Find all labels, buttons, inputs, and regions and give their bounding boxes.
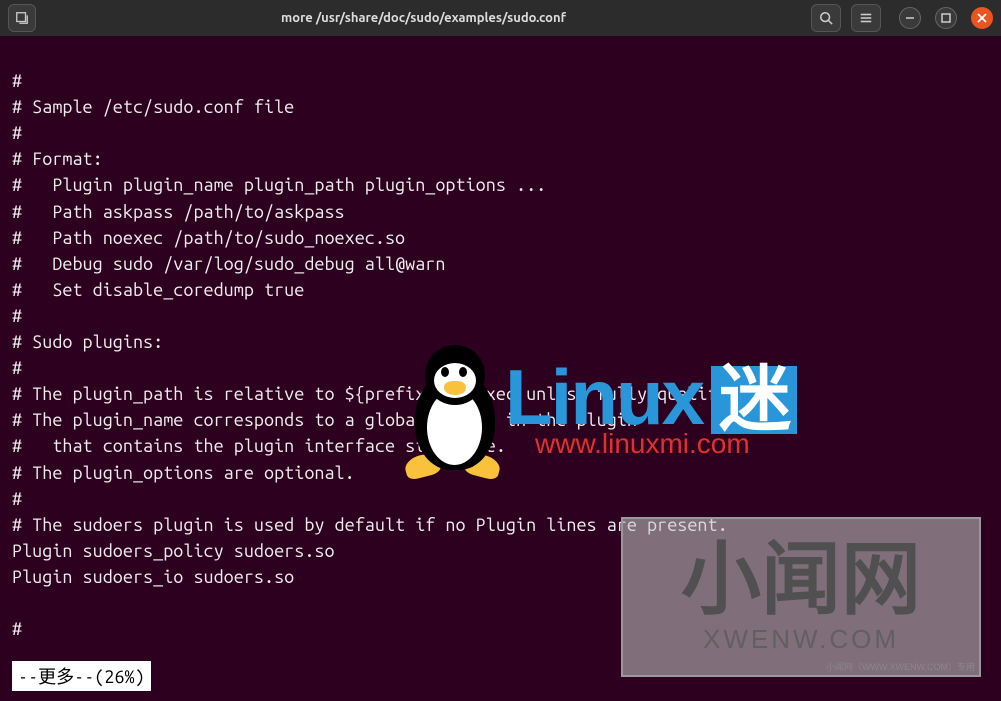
terminal-line: # [12,306,22,326]
watermark-box-small: 小闻网（WWW.XWENW.COM）专用 [826,660,975,673]
terminal-line: # Set disable_coredump true [12,280,304,300]
terminal-line: # Plugin plugin_name plugin_path plugin_… [12,175,546,195]
terminal-line: # Sample /etc/sudo.conf file [12,97,294,117]
terminal-line: # Path askpass /path/to/askpass [12,202,345,222]
window-controls [891,7,993,29]
terminal-line: # The plugin_options are optional. [12,463,355,483]
close-button[interactable] [971,7,993,29]
terminal-line: Plugin sudoers_policy sudoers.so [12,541,335,561]
terminal-line: # [12,619,22,639]
minimize-button[interactable] [899,7,921,29]
terminal-line: # The sudoers plugin is used by default … [12,515,728,535]
window-title: more /usr/share/doc/sudo/examples/sudo.c… [44,11,803,25]
maximize-button[interactable] [935,7,957,29]
terminal-line: # Path noexec /path/to/sudo_noexec.so [12,228,405,248]
window-titlebar: more /usr/share/doc/sudo/examples/sudo.c… [0,0,1001,36]
more-status: --更多--(26%) [12,661,151,691]
terminal-line: # The plugin_path is relative to ${prefi… [12,384,758,404]
titlebar-right [811,4,993,32]
terminal-line: Plugin sudoers_io sudoers.so [12,567,294,587]
new-tab-button[interactable] [8,4,36,32]
terminal-line: # The plugin_name corresponds to a globa… [12,410,637,430]
terminal-line: # [12,489,22,509]
terminal-line: # [12,358,22,378]
terminal-line: # that contains the plugin interface str… [12,436,506,456]
menu-button[interactable] [851,4,881,32]
terminal-content[interactable]: # # Sample /etc/sudo.conf file # # Forma… [0,36,1001,648]
terminal-line: # Format: [12,149,103,169]
terminal-line: # [12,123,22,143]
terminal-line: # [12,71,22,91]
titlebar-left [8,4,36,32]
terminal-line: # Sudo plugins: [12,332,163,352]
search-button[interactable] [811,4,841,32]
terminal-line: # Debug sudo /var/log/sudo_debug all@war… [12,254,445,274]
